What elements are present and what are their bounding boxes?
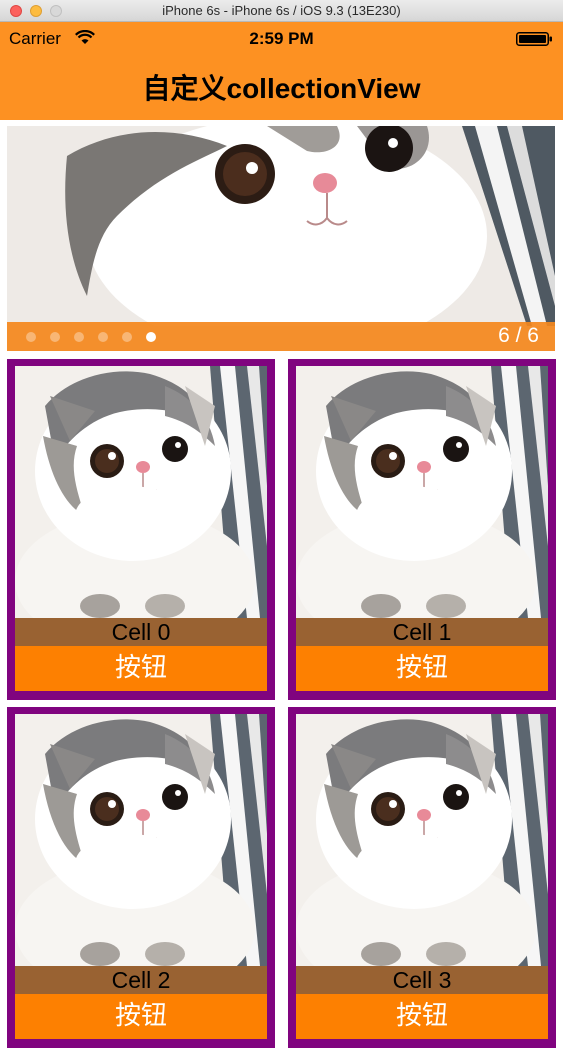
cell-image [296,366,548,618]
cell-image [296,714,548,966]
page-counter: 6 / 6 [498,324,539,347]
simulator-title-bar: iPhone 6s - iPhone 6s / iOS 9.3 (13E230) [0,0,563,22]
status-bar: Carrier 2:59 PM [0,22,563,56]
navigation-header: Carrier 2:59 PM 自定义collectionView [0,22,563,120]
kitten-image [296,366,548,618]
cell-button[interactable]: 按钮 [15,646,267,691]
battery-icon [516,32,552,46]
cell-label: Cell 2 [15,966,267,994]
window-title: iPhone 6s - iPhone 6s / iOS 9.3 (13E230) [162,3,401,18]
kitten-image [15,366,267,618]
collection-cell[interactable]: Cell 0 按钮 [7,359,275,700]
cell-label: Cell 1 [296,618,548,646]
kitten-image [296,714,548,966]
status-time: 2:59 PM [249,29,314,48]
page-title: 自定义collectionView [142,73,421,104]
collection-cell[interactable]: Cell 3 按钮 [288,707,556,1048]
page-dot[interactable] [50,332,60,342]
cell-button[interactable]: 按钮 [296,646,548,691]
image-carousel[interactable]: 6 / 6 [7,126,555,351]
page-dot[interactable] [98,332,108,342]
page-dot[interactable] [74,332,84,342]
collection-cell[interactable]: Cell 2 按钮 [7,707,275,1048]
cell-image [15,366,267,618]
cell-image [15,714,267,966]
cell-label: Cell 3 [296,966,548,994]
page-dot[interactable] [122,332,132,342]
cell-button[interactable]: 按钮 [296,994,548,1039]
page-dot[interactable] [26,332,36,342]
banner-kitten-image [7,126,555,326]
carousel-page-bar: 6 / 6 [7,322,555,351]
collection-cell[interactable]: Cell 1 按钮 [288,359,556,700]
cell-button[interactable]: 按钮 [15,994,267,1039]
kitten-image [15,714,267,966]
page-dot-active[interactable] [146,332,156,342]
cell-label: Cell 0 [15,618,267,646]
